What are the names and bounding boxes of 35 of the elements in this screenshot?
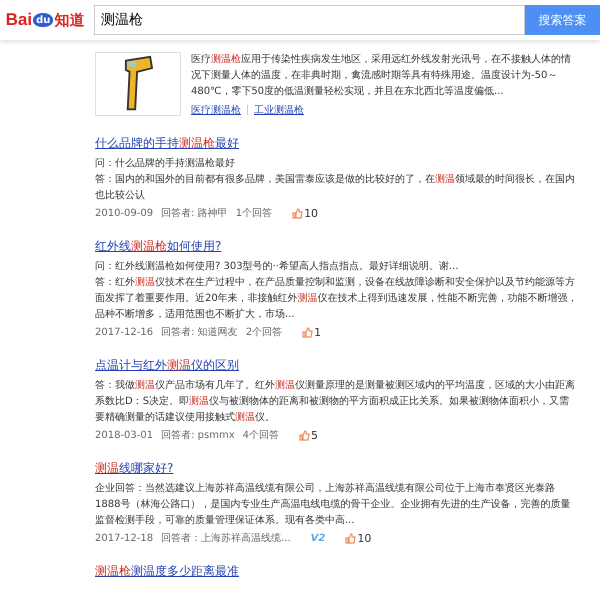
result-title-link[interactable]: 什么品牌的手持测温枪最好	[95, 135, 239, 152]
thumbs-up-icon[interactable]	[302, 326, 314, 338]
answer-count[interactable]: 2个回答	[246, 325, 282, 339]
result-title-link[interactable]: 测温线哪家好?	[95, 460, 174, 477]
answerer-name[interactable]: 回答者: 知道网友	[161, 325, 238, 339]
answer-date: 2017-12-16	[95, 326, 154, 338]
like-count: 5	[311, 428, 318, 442]
answerer-name[interactable]: 回答者：上海苏祥高温线缆...	[161, 531, 291, 545]
like-count: 1	[314, 326, 322, 338]
thumbs-up-icon[interactable]	[345, 532, 356, 544]
answer-date: 2010-09-09	[95, 208, 154, 218]
answer-count[interactable]: 4个回答	[242, 428, 280, 442]
like-count: 10	[357, 532, 372, 544]
paw-logo-icon: du	[33, 13, 54, 27]
answer-date: 2017-12-18	[95, 532, 154, 544]
search-field[interactable]: 测温枪	[94, 5, 525, 35]
answerer-name[interactable]: 回答者: 路神甲	[161, 206, 228, 220]
answer-date: 2018-03-01	[95, 430, 154, 440]
tag-link[interactable]: 工业测温枪	[254, 103, 304, 117]
answer-excerpt: 企业回答：当然选建议上海苏祥高温线缆有限公司，上海苏祥高温线缆有限公司位于上海市奉贤区光泰路1888号（林海公路口），是国内专业生产高温电线电缆的骨干企业。企业拥有先进的生产设备，完善的质量监督检测手段，可靠的质量管理保证体系。现有各类中高...	[95, 482, 572, 528]
level-label: V2	[310, 532, 326, 544]
site-logo[interactable]: Bai du 知道	[0, 10, 90, 30]
snippet-text: 医疗测温枪应用于传染性疾病发生地区，采用远红外线发射光讯号，在不接触人体的情况下测量人体的温度，在非典时期，禽流感时期等具有特殊用途。温度设计为-50～480℃，零下50度的低温测量轻松实现，并且在东北西北等温度偏低...	[191, 52, 572, 99]
like-count: 10	[304, 206, 318, 220]
answer-count[interactable]: 1个回答	[236, 206, 272, 220]
tag-link[interactable]: 医疗测温枪	[191, 103, 241, 117]
thumbs-up-icon[interactable]	[299, 430, 310, 440]
answer-excerpt: 问：什么品牌的手持测温枪最好	[95, 156, 236, 171]
search-button[interactable]: 搜索答案	[525, 5, 600, 35]
thumbs-up-icon[interactable]	[292, 208, 304, 218]
answer-excerpt: 答：我做测温仪产品市场有几年了。红外测温仪测量原理的是测量被测区域内的平均温度，区域的大小由距离系数比D：S决定。即测温仪与被测物体的距离和被测物的平方面积成正比关系。如果被测物体面积小，又需要精确测量的话建议使用接触式测温仪。	[95, 378, 576, 425]
answer-excerpt: 答：红外测温仪技术在生产过程中，在产品质量控制和监测，设备在线故障诊断和安全保护以及节约能源等方面发挥了着重要作用。近20年来，非接触红外测温仪在技术上得到迅速发展，性能不断完善，功能不断增强，品种不断增多，适用范围也不断扩大，市场...	[95, 276, 578, 322]
answer-excerpt: 答：国内的和国外的目前都有很多品牌，美国雷泰应该是做的比较好的了，在测温领域最的时间很长，在国内也比较公认	[95, 172, 576, 203]
answer-excerpt: 问：红外线测温枪如何使用? 303型号的··希望高人指点指点。最好详细说明。谢...	[95, 260, 460, 274]
answerer-name[interactable]: 回答者: psmmx	[161, 428, 235, 442]
